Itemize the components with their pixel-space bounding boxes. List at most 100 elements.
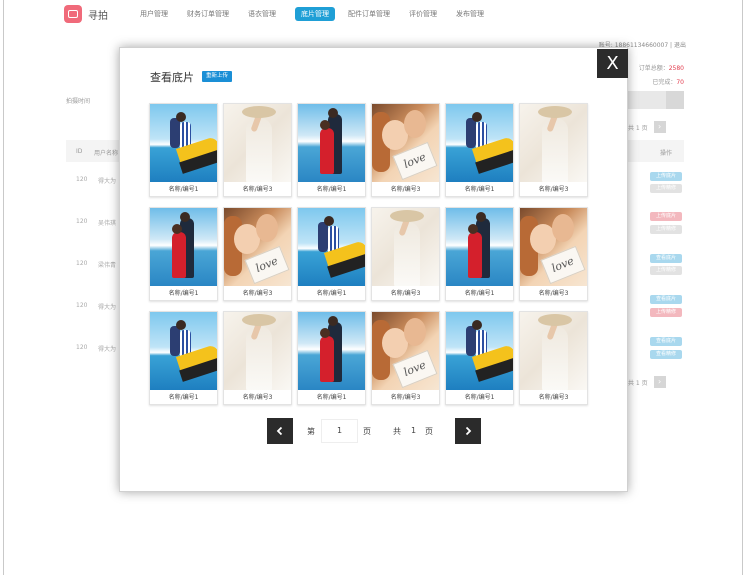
order-stats: 订单总额：2580 已完成：70 [639,62,684,90]
photo-thumbnail[interactable]: love [372,104,439,182]
photo-card[interactable]: 名称/编号3 [371,207,440,301]
photo-thumbnail[interactable] [150,104,217,182]
row-op-button[interactable]: 查看底片 [650,337,682,346]
photo-thumbnail[interactable] [298,104,365,182]
nav-item-reviews[interactable]: 评价管理 [409,7,437,21]
row-op-button[interactable]: 查看精修 [650,350,682,359]
photo-caption: 名称/编号1 [464,290,495,297]
photo-thumbnail[interactable] [224,104,291,182]
photo-caption: 名称/编号3 [538,290,569,297]
row-op-button[interactable]: 上传底片 [650,212,682,221]
cell-id: 120 [76,344,88,351]
photo-card[interactable]: 名称/编号3 [223,311,292,405]
nav-item-accessory-orders[interactable]: 配件订单管理 [348,7,390,21]
photo-card[interactable]: 名称/编号1 [445,103,514,197]
col-id: ID [76,148,83,155]
photo-thumbnail[interactable] [150,208,217,286]
photo-card[interactable]: 名称/编号1 [149,103,218,197]
main-nav: 用户管理 财务订单管理 语衣管理 底片管理 配件订单管理 评价管理 发布管理 [140,7,503,21]
nav-item-users[interactable]: 用户管理 [140,7,168,21]
nav-item-finance-orders[interactable]: 财务订单管理 [187,7,229,21]
photo-caption: 名称/编号1 [316,290,347,297]
photo-card[interactable]: 名称/编号1 [149,311,218,405]
photo-caption: 名称/编号3 [242,290,273,297]
photo-card[interactable]: 名称/编号3 [519,103,588,197]
photo-thumbnail[interactable] [298,208,365,286]
photo-card[interactable]: 名称/编号1 [297,207,366,301]
photo-thumbnail[interactable] [150,312,217,390]
photo-thumbnail[interactable]: love [372,312,439,390]
photo-card[interactable]: 名称/编号1 [297,103,366,197]
filter-label: 拍摄时间 [66,98,91,105]
photo-card[interactable]: love 名称/编号3 [519,207,588,301]
nav-item-publish[interactable]: 发布管理 [456,7,484,21]
close-modal-button[interactable]: X [597,49,628,78]
chevron-right-icon [465,426,472,436]
nav-item-clothing[interactable]: 语衣管理 [248,7,276,21]
cell-id: 120 [76,218,88,225]
photo-card[interactable]: 名称/编号3 [223,103,292,197]
photo-card[interactable]: love 名称/编号3 [223,207,292,301]
photo-caption: 名称/编号1 [168,186,199,193]
photo-caption: 名称/编号1 [316,186,347,193]
photo-caption: 名称/编号3 [390,186,421,193]
row-op-button[interactable]: 上传底片 [650,172,682,181]
total-suffix: 页 [425,427,433,436]
page-prefix: 第 [307,427,315,436]
photo-caption: 名称/编号3 [242,394,273,401]
row-op-button[interactable]: 上传精修 [650,266,682,275]
stat-label-total: 订单总额： [638,65,669,72]
photo-card[interactable]: 名称/编号1 [445,207,514,301]
next-page-button[interactable] [455,418,481,444]
photo-thumbnail[interactable] [446,208,513,286]
row-op-button[interactable]: 查看底片 [650,295,682,304]
reupload-button[interactable]: 重新上传 [202,71,233,82]
photo-thumbnail[interactable] [224,312,291,390]
pager-bottom-next-button[interactable]: › [653,376,666,388]
photo-thumbnail[interactable] [520,312,587,390]
page-suffix: 页 [363,427,371,436]
page-number-input[interactable]: 1 [321,419,358,443]
photo-caption: 名称/编号1 [316,394,347,401]
photo-caption: 名称/编号1 [464,394,495,401]
photo-card[interactable]: 名称/编号3 [519,311,588,405]
photo-thumbnail[interactable]: love [224,208,291,286]
cell-name: 得大为 [98,304,117,311]
cell-id: 120 [76,302,88,309]
chevron-left-icon [276,426,283,436]
photo-card[interactable]: love 名称/编号3 [371,311,440,405]
photo-card[interactable]: 名称/编号1 [149,207,218,301]
photo-thumbnail[interactable] [372,208,439,286]
cell-id: 120 [76,176,88,183]
modal-title: 查看底片 [150,71,194,84]
cell-name: 吴伟琪 [98,220,117,227]
photo-caption: 名称/编号3 [390,394,421,401]
row-op-button[interactable]: 上传精修 [650,225,682,234]
stat-value-total: 2580 [668,65,684,72]
photo-thumbnail[interactable] [446,312,513,390]
photo-thumbnail[interactable] [298,312,365,390]
row-op-button[interactable]: 上传精修 [650,184,682,193]
photo-thumbnail[interactable] [446,104,513,182]
photo-card[interactable]: 名称/编号1 [445,311,514,405]
photo-card[interactable]: 名称/编号1 [297,311,366,405]
modal-pagination: 第 1 页 共 1 页 [267,418,482,444]
app-logo[interactable]: 寻拍 [64,5,108,23]
photo-caption: 名称/编号3 [242,186,273,193]
total-prefix: 共 [393,427,401,436]
stat-value-done: 70 [676,79,684,86]
photo-thumbnail[interactable] [520,104,587,182]
photo-thumbnail[interactable]: love [520,208,587,286]
row-op-button[interactable]: 上传精修 [650,308,682,317]
pager-top: 共 1 页 › [628,121,666,133]
row-op-button[interactable]: 查看底片 [650,254,682,263]
photo-card[interactable]: love 名称/编号3 [371,103,440,197]
photo-caption: 名称/编号3 [538,186,569,193]
nav-item-negatives[interactable]: 底片管理 [295,7,335,21]
search-input[interactable] [628,91,684,109]
prev-page-button[interactable] [267,418,293,444]
total-pages: 1 [411,426,417,435]
pager-top-next-button[interactable]: › [653,121,666,133]
pager-top-text: 共 1 页 [628,124,648,132]
logo-text: 寻拍 [88,10,108,22]
